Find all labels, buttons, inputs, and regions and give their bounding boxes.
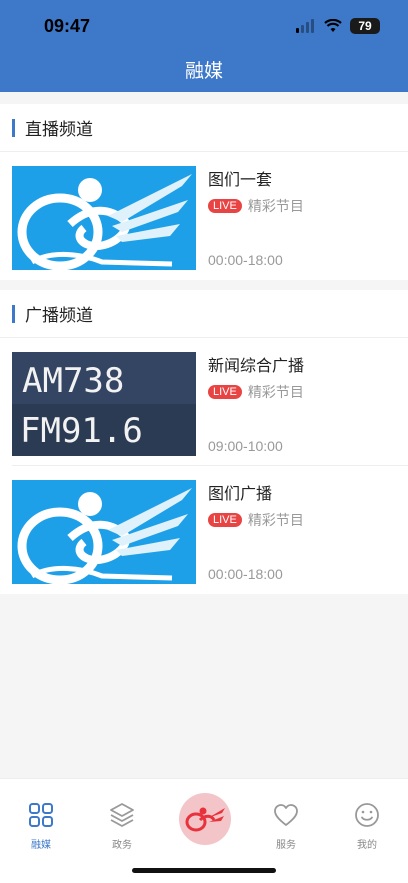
radio-frequency-thumbnail: AM738 FM91.6: [12, 352, 196, 456]
tab-label: 融媒: [31, 840, 51, 851]
live-channels-section: 直播频道 图们一套 LIVE 精彩节目 00:00-18:00: [0, 104, 408, 280]
program-time: 09:00-10:00: [208, 438, 283, 454]
section-title: 广播频道: [25, 306, 93, 326]
center-logo-button[interactable]: [179, 793, 231, 845]
tab-label: 政务: [112, 840, 132, 851]
program-row: LIVE 精彩节目: [208, 382, 304, 402]
program-time: 00:00-18:00: [208, 566, 283, 582]
channel-title[interactable]: 图们广播: [208, 480, 272, 504]
layers-icon: [110, 803, 134, 827]
channel-item-news-radio[interactable]: AM738 FM91.6 新闻综合广播 LIVE 精彩节目 09:00-10:0…: [12, 338, 408, 466]
thumb-text-am: AM738: [22, 361, 124, 401]
program-name: 精彩节目: [247, 199, 304, 215]
battery-icon: 79: [350, 18, 380, 34]
home-indicator[interactable]: [132, 868, 276, 873]
program-time: 00:00-18:00: [208, 252, 283, 268]
status-bar: 09:47 79: [0, 0, 408, 54]
section-accent-bar: [12, 304, 15, 323]
wifi-icon: [324, 19, 342, 32]
channel-thumbnail[interactable]: AM738 FM91.6: [12, 352, 196, 456]
tab-fuwu[interactable]: 服务: [256, 801, 316, 852]
section-header: 直播频道: [0, 104, 408, 152]
center-logo-icon: [185, 807, 225, 832]
tab-rongmei[interactable]: 融媒: [11, 801, 71, 852]
live-badge: LIVE: [208, 199, 242, 213]
channel-title[interactable]: 图们一套: [208, 166, 272, 190]
cellular-signal-icon: [296, 19, 314, 33]
channel-item-tumen-radio[interactable]: 图们广播 LIVE 精彩节目 00:00-18:00: [12, 466, 408, 594]
live-badge: LIVE: [208, 513, 242, 527]
battery-level: 79: [358, 19, 372, 33]
channel-thumbnail[interactable]: [12, 166, 196, 270]
grid-icon: [29, 803, 53, 827]
channel-title[interactable]: 新闻综合广播: [208, 352, 304, 376]
status-time: 09:47: [44, 16, 91, 36]
page-title: 融媒: [184, 60, 223, 82]
smiley-icon: [355, 803, 379, 827]
tab-label: 服务: [276, 840, 296, 851]
channel-item-tumen-1[interactable]: 图们一套 LIVE 精彩节目 00:00-18:00: [12, 152, 408, 280]
tab-zhengwu[interactable]: 政务: [92, 801, 152, 852]
tab-wode[interactable]: 我的: [337, 801, 397, 852]
thumb-text-fm: FM91.6: [20, 411, 143, 451]
tumen-logo-icon: [12, 480, 196, 584]
status-icons: 79: [296, 18, 380, 34]
channel-thumbnail[interactable]: [12, 480, 196, 584]
program-row: LIVE 精彩节目: [208, 196, 304, 216]
section-title: 直播频道: [25, 120, 93, 140]
program-name: 精彩节目: [247, 385, 304, 401]
program-row: LIVE 精彩节目: [208, 510, 304, 530]
section-header: 广播频道: [0, 290, 408, 338]
section-accent-bar: [12, 118, 15, 137]
program-name: 精彩节目: [247, 513, 304, 529]
tab-label: 我的: [357, 840, 377, 851]
tumen-logo-icon: [12, 166, 196, 270]
radio-channels-section: 广播频道 AM738 FM91.6 新闻综合广播 LIVE 精彩节目 09:00…: [0, 290, 408, 594]
app-header: 09:47 79 融媒: [0, 0, 408, 92]
heart-icon: [274, 804, 298, 826]
live-badge: LIVE: [208, 385, 242, 399]
